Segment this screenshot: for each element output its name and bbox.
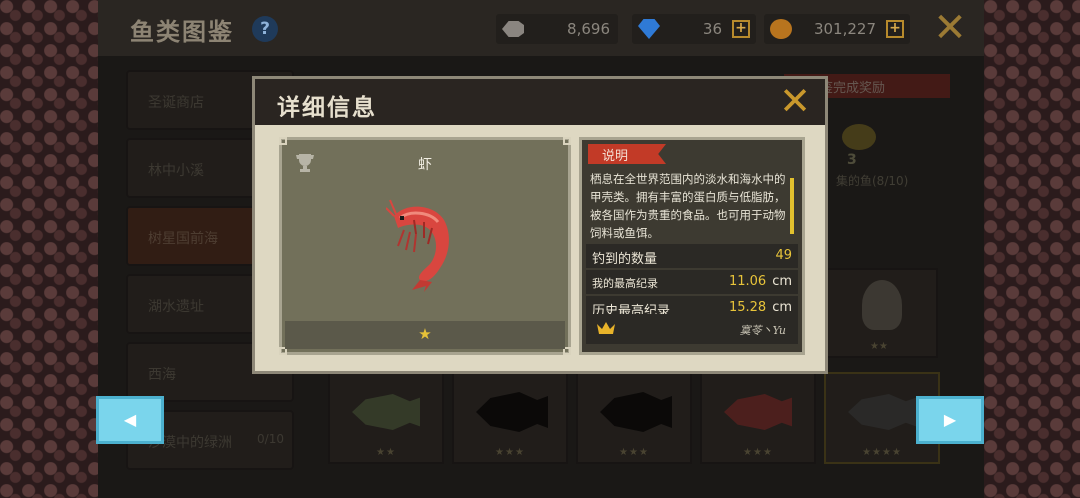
shrimp-icon bbox=[386, 199, 449, 292]
add-gems-button[interactable]: + bbox=[732, 20, 750, 38]
record-holder-name: 寞苓丶Yu bbox=[739, 324, 786, 337]
fish-icon bbox=[502, 21, 524, 37]
left-ornament bbox=[0, 0, 98, 498]
unit-label: cm bbox=[772, 274, 792, 289]
caught-count-value: 49 bbox=[775, 248, 792, 263]
page-title: 鱼类图鉴 bbox=[130, 18, 234, 46]
description-scrollbar[interactable] bbox=[790, 178, 794, 234]
close-icon[interactable]: ✕ bbox=[779, 81, 811, 121]
add-coins-button[interactable]: + bbox=[886, 20, 904, 38]
coin-count: 301,227 bbox=[813, 20, 876, 38]
description-text[interactable]: 栖息在全世界范围内的淡水和海水中的甲壳类。拥有丰富的蛋白质与低脂肪，被各国作为贵… bbox=[590, 170, 786, 242]
gem-count: 36 bbox=[702, 20, 722, 38]
right-ornament bbox=[984, 0, 1080, 498]
caught-count-row: 钓到的数量 49 bbox=[586, 244, 798, 268]
fish-name: 虾 bbox=[418, 157, 432, 173]
modal-title: 详细信息 bbox=[277, 95, 377, 121]
detail-modal: 详细信息 ✕ 虾 ★ 说明 栖息在全世界范围内的淡水和海水中的甲壳类。拥有丰富的… bbox=[252, 76, 828, 374]
fish-count: 8,696 bbox=[567, 20, 610, 38]
history-record-value: 15.28 cm bbox=[729, 300, 792, 315]
my-record-label: 我的最高纪录 bbox=[592, 277, 658, 290]
close-icon[interactable]: ✕ bbox=[930, 8, 970, 50]
unit-label: cm bbox=[772, 300, 792, 315]
fish-count-display: 8,696 bbox=[496, 14, 618, 44]
my-record-row: 我的最高纪录 11.06 cm bbox=[586, 270, 798, 294]
my-record-value: 11.06 cm bbox=[729, 274, 792, 289]
help-icon[interactable]: ? bbox=[252, 16, 278, 42]
record-holder-row: 寞苓丶Yu bbox=[586, 314, 798, 344]
prev-arrow-button[interactable]: ◀ bbox=[96, 396, 164, 444]
rarity-stars: ★ bbox=[418, 325, 432, 343]
coin-icon bbox=[770, 19, 792, 39]
history-record-number: 15.28 bbox=[728, 300, 767, 315]
description-tag: 说明 bbox=[588, 144, 666, 164]
caught-count-label: 钓到的数量 bbox=[592, 252, 658, 267]
rarity-bar: ★ bbox=[285, 321, 565, 349]
coin-display: 301,227 + bbox=[764, 14, 910, 44]
my-record-number: 11.06 bbox=[728, 274, 767, 289]
fish-info-panel: 说明 栖息在全世界范围内的淡水和海水中的甲壳类。拥有丰富的蛋白质与低脂肪，被各国… bbox=[579, 137, 805, 355]
next-arrow-button[interactable]: ▶ bbox=[916, 396, 984, 444]
crown-icon bbox=[596, 320, 616, 340]
fish-preview-panel: 虾 ★ bbox=[279, 137, 571, 355]
modal-header: 详细信息 ✕ bbox=[255, 79, 825, 125]
corner-decoration bbox=[563, 137, 571, 145]
gem-display: 36 + bbox=[632, 14, 756, 44]
top-bar: 鱼类图鉴 ? 8,696 36 + 301,227 + ✕ bbox=[98, 0, 984, 56]
corner-decoration bbox=[279, 137, 287, 145]
gem-icon bbox=[638, 19, 660, 39]
